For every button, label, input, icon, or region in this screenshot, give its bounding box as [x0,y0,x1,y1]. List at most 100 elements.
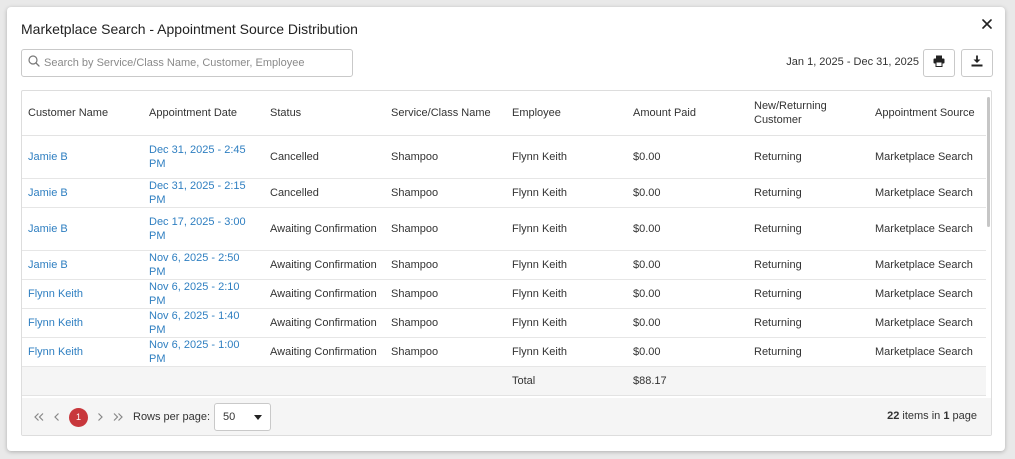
amount-cell: $0.00 [627,178,748,208]
table-row: Flynn Keith Nov 6, 2025 - 1:40 PM Awaiti… [22,308,986,338]
source-cell: Marketplace Search [869,250,986,280]
report-dialog: Marketplace Search - Appointment Source … [7,7,1005,451]
appointment-date-link[interactable]: Dec 17, 2025 - 3:00 PM [149,216,246,242]
column-header[interactable]: New/Returning Customer [748,91,869,136]
column-header[interactable]: Customer Name [22,91,143,136]
source-cell: Marketplace Search [869,337,986,367]
employee-cell: Flynn Keith [506,308,627,338]
table-row: Jamie B Dec 17, 2025 - 3:00 PM Awaiting … [22,207,986,251]
report-table: Customer Name Appointment Date Status Se… [22,91,986,396]
employee-cell: Flynn Keith [506,250,627,280]
amount-cell: $0.00 [627,135,748,179]
previous-page-icon[interactable] [48,408,66,426]
items-count: 22 [887,410,900,422]
service-cell: Shampoo [385,207,506,251]
customer-link[interactable]: Flynn Keith [28,317,83,329]
status-cell: Cancelled [264,178,385,208]
column-header[interactable]: Status [264,91,385,136]
employee-cell: Flynn Keith [506,207,627,251]
search-box[interactable] [21,49,353,77]
chevron-down-icon [254,411,263,423]
table-row: Jamie B Dec 31, 2025 - 2:15 PM Cancelled… [22,178,986,208]
source-cell: Marketplace Search [869,178,986,208]
customer-type-cell: Returning [748,308,869,338]
amount-cell: $0.00 [627,337,748,367]
employee-cell: Flynn Keith [506,178,627,208]
customer-type-cell: Returning [748,178,869,208]
customer-type-cell: Returning [748,279,869,309]
customer-type-cell: Returning [748,250,869,280]
printer-icon [933,54,945,72]
appointment-date-link[interactable]: Nov 6, 2025 - 2:50 PM [149,252,240,278]
employee-cell: Flynn Keith [506,135,627,179]
first-page-icon[interactable] [30,408,48,426]
table-row: Flynn Keith Nov 6, 2025 - 2:10 PM Awaiti… [22,279,986,309]
date-range[interactable]: Jan 1, 2025 - Dec 31, 2025 [767,56,919,68]
print-button[interactable] [923,49,955,77]
last-page-icon[interactable] [109,408,127,426]
employee-cell: Flynn Keith [506,337,627,367]
customer-link[interactable]: Flynn Keith [28,288,83,300]
page-text: page [949,410,977,422]
source-cell: Marketplace Search [869,135,986,179]
service-cell: Shampoo [385,178,506,208]
table-header-row: Customer Name Appointment Date Status Se… [22,91,986,136]
download-icon [971,54,983,72]
table-row: Jamie B Nov 6, 2025 - 2:50 PM Awaiting C… [22,250,986,280]
status-cell: Cancelled [264,135,385,179]
status-cell: Awaiting Confirmation [264,250,385,280]
customer-type-cell: Returning [748,337,869,367]
customer-link[interactable]: Jamie B [28,259,68,271]
service-cell: Shampoo [385,250,506,280]
items-summary: 22 items in 1 page [887,410,977,422]
customer-type-cell: Returning [748,135,869,179]
current-page-button[interactable]: 1 [69,407,88,427]
customer-link[interactable]: Jamie B [28,223,68,235]
source-cell: Marketplace Search [869,207,986,251]
appointment-date-link[interactable]: Dec 31, 2025 - 2:45 PM [149,144,246,170]
customer-type-cell: Returning [748,207,869,251]
dialog-title: Marketplace Search - Appointment Source … [21,21,358,37]
rows-per-page-select[interactable]: 50 [214,403,272,431]
column-header[interactable]: Service/Class Name [385,91,506,136]
customer-link[interactable]: Flynn Keith [28,346,83,358]
appointment-date-link[interactable]: Dec 31, 2025 - 2:15 PM [149,180,246,206]
customer-link[interactable]: Jamie B [28,151,68,163]
search-input[interactable] [44,57,344,69]
column-header[interactable]: Appointment Source [869,91,986,136]
service-cell: Shampoo [385,308,506,338]
service-cell: Shampoo [385,135,506,179]
amount-cell: $0.00 [627,250,748,280]
rows-per-page-label: Rows per page: [133,411,211,423]
appointment-date-link[interactable]: Nov 6, 2025 - 1:00 PM [149,339,240,365]
total-label: Total [506,366,627,396]
amount-cell: $0.00 [627,308,748,338]
amount-cell: $0.00 [627,207,748,251]
source-cell: Marketplace Search [869,308,986,338]
search-icon [28,54,40,72]
report-table-container: Customer Name Appointment Date Status Se… [21,90,992,436]
appointment-date-link[interactable]: Nov 6, 2025 - 1:40 PM [149,310,240,336]
pagination-bar: 1 Rows per page: 50 22 items in 1 page [22,398,991,435]
rows-per-page-value: 50 [223,411,236,423]
table-row: Jamie B Dec 31, 2025 - 2:45 PM Cancelled… [22,135,986,179]
appointment-date-link[interactable]: Nov 6, 2025 - 2:10 PM [149,281,240,307]
employee-cell: Flynn Keith [506,279,627,309]
column-header[interactable]: Employee [506,91,627,136]
status-cell: Awaiting Confirmation [264,337,385,367]
table-row: Flynn Keith Nov 6, 2025 - 1:00 PM Awaiti… [22,337,986,367]
column-header[interactable]: Appointment Date [143,91,264,136]
service-cell: Shampoo [385,337,506,367]
status-cell: Awaiting Confirmation [264,279,385,309]
next-page-icon[interactable] [91,408,109,426]
column-header[interactable]: Amount Paid [627,91,748,136]
total-amount: $88.17 [627,366,748,396]
download-button[interactable] [961,49,993,77]
source-cell: Marketplace Search [869,279,986,309]
customer-link[interactable]: Jamie B [28,187,68,199]
close-icon[interactable] [979,16,995,32]
status-cell: Awaiting Confirmation [264,207,385,251]
total-row: Total $88.17 [22,366,986,396]
service-cell: Shampoo [385,279,506,309]
table-scrollbar[interactable] [987,97,990,227]
